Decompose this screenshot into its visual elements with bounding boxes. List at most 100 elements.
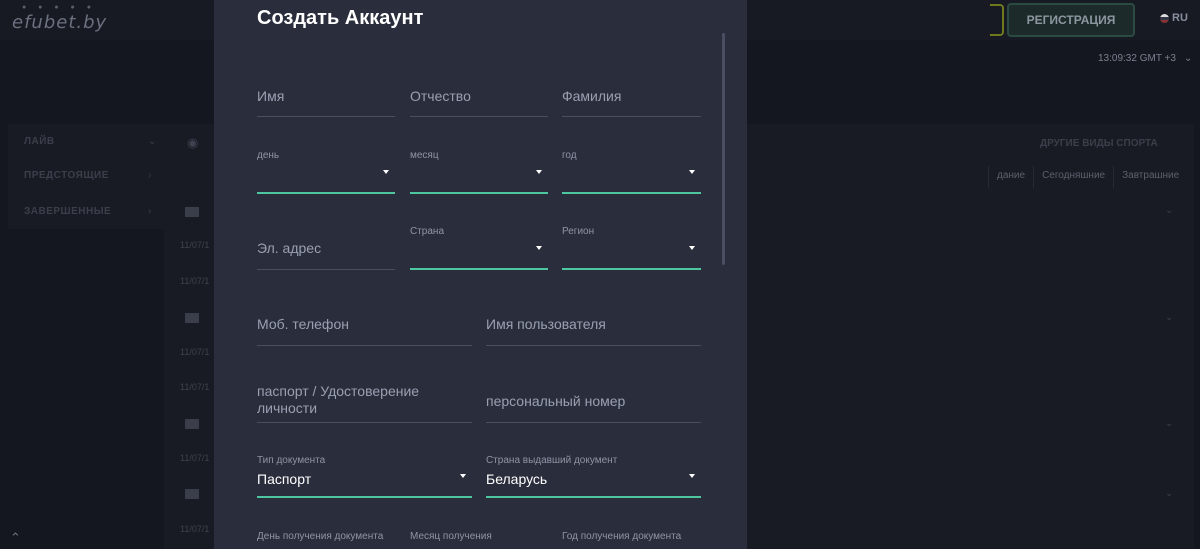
chevron-down-icon[interactable]: ⌄ <box>1165 488 1173 499</box>
event-date: 11/07/1 <box>180 524 210 534</box>
sidebar-item-finished[interactable]: ЗАВЕРШЕННЫЕ <box>24 206 111 217</box>
field-underline <box>562 192 701 194</box>
phone-field[interactable]: Моб. телефон <box>257 308 472 346</box>
double-chevron-up-icon[interactable]: ⌃ <box>10 530 21 546</box>
country-select[interactable]: Страна <box>410 222 548 270</box>
caret-down-icon <box>689 170 695 174</box>
globe-icon: ◉ <box>187 135 199 150</box>
field-underline <box>486 345 701 346</box>
patronymic-placeholder: Отчество <box>410 88 471 104</box>
other-sports-dropdown[interactable]: ДРУГИЕ ВИДЫ СПОРТА <box>1040 138 1158 149</box>
date-tabs: дание Сегодняшние Завтрашние <box>988 166 1187 188</box>
tab-today[interactable]: Сегодняшние <box>1033 166 1113 188</box>
first-name-placeholder: Имя <box>257 88 285 104</box>
sidebar-item-live[interactable]: ЛАЙВ <box>24 136 55 147</box>
caret-down-icon <box>536 170 542 174</box>
field-underline <box>410 268 548 270</box>
clock: 13:09:32 GMT +3 <box>1098 53 1176 64</box>
team-flag-icon <box>185 419 199 429</box>
language-selector[interactable]: RU <box>1160 12 1188 24</box>
field-underline <box>410 116 548 117</box>
registration-modal: Создать Аккаунт Имя Отчество Фамилия ден… <box>214 0 747 549</box>
tab-date[interactable]: дание <box>988 166 1033 188</box>
chevron-down-icon[interactable]: ⌄ <box>1165 205 1173 216</box>
chevron-down-icon: ⌄ <box>148 136 157 147</box>
issue-month-select[interactable]: Месяц получения <box>410 528 548 549</box>
field-underline <box>257 116 395 117</box>
tab-tomorrow[interactable]: Завтрашние <box>1113 166 1187 188</box>
caret-down-icon <box>689 474 695 478</box>
caret-down-icon <box>460 474 466 478</box>
issue-year-select[interactable]: Год получения документа <box>562 528 701 549</box>
issuing-country-select[interactable]: Страна выдавший документ Беларусь <box>486 452 701 498</box>
issuing-country-label: Страна выдавший документ <box>486 455 618 466</box>
region-label: Регион <box>562 226 595 237</box>
birth-year-label: год <box>562 150 577 161</box>
chevron-right-icon: › <box>148 170 152 181</box>
event-date: 11/07/1 <box>180 453 210 463</box>
field-underline <box>410 192 548 194</box>
username-field[interactable]: Имя пользователя <box>486 308 701 346</box>
passport-field[interactable]: паспорт / Удостоверение личности <box>257 376 472 423</box>
birth-day-label: день <box>257 150 280 161</box>
birth-month-select[interactable]: месяц <box>410 146 548 194</box>
first-name-field[interactable]: Имя <box>257 80 395 117</box>
login-button[interactable] <box>990 4 1004 36</box>
event-date: 11/07/1 <box>180 347 210 357</box>
field-underline <box>257 345 472 346</box>
issuing-country-value: Беларусь <box>486 471 548 487</box>
field-underline <box>562 116 701 117</box>
passport-placeholder: паспорт / Удостоверение личности <box>257 383 420 416</box>
chevron-right-icon: › <box>148 206 152 217</box>
chevron-down-icon[interactable]: ⌄ <box>1184 53 1192 64</box>
chevron-down-icon[interactable]: ⌄ <box>1165 312 1173 323</box>
field-underline <box>486 496 701 498</box>
caret-down-icon <box>383 170 389 174</box>
site-logo[interactable]: efubet.by <box>12 12 107 33</box>
caret-down-icon <box>536 246 542 250</box>
email-placeholder: Эл. адрес <box>257 240 322 256</box>
document-type-label: Тип документа <box>257 455 326 466</box>
sidebar-item-upcoming[interactable]: ПРЕДСТОЯЩИЕ <box>24 170 109 181</box>
event-date: 11/07/1 <box>180 276 210 286</box>
issue-month-label: Месяц получения <box>410 531 492 542</box>
team-flag-icon <box>185 489 199 499</box>
last-name-placeholder: Фамилия <box>562 88 622 104</box>
language-label: RU <box>1172 12 1188 24</box>
event-date: 11/07/1 <box>180 382 210 392</box>
issue-year-label: Год получения документа <box>562 531 682 542</box>
sidebar: ЛАЙВ ⌄ ПРЕДСТОЯЩИЕ › ЗАВЕРШЕННЫЕ › <box>8 124 164 229</box>
document-type-select[interactable]: Тип документа Паспорт <box>257 452 472 498</box>
register-button[interactable]: РЕГИСТРАЦИЯ <box>1007 3 1135 37</box>
field-underline <box>486 422 701 423</box>
last-name-field[interactable]: Фамилия <box>562 80 701 117</box>
field-underline <box>562 268 701 270</box>
personal-number-field[interactable]: персональный номер <box>486 384 701 423</box>
phone-placeholder: Моб. телефон <box>257 316 349 332</box>
issue-day-select[interactable]: День получения документа <box>257 528 395 549</box>
event-date: 11/07/1 <box>180 240 210 250</box>
caret-down-icon <box>689 246 695 250</box>
birth-day-select[interactable]: день <box>257 146 395 194</box>
team-flag-icon <box>185 207 199 217</box>
field-underline <box>257 192 395 194</box>
username-placeholder: Имя пользователя <box>486 316 606 332</box>
personal-number-placeholder: персональный номер <box>486 393 626 409</box>
field-underline <box>257 422 472 423</box>
field-underline <box>257 269 395 270</box>
modal-scrollbar[interactable] <box>722 33 725 265</box>
region-select[interactable]: Регион <box>562 222 701 270</box>
logo-dots: ● ● ● ● ● <box>22 4 96 11</box>
email-field[interactable]: Эл. адрес <box>257 230 395 270</box>
birth-year-select[interactable]: год <box>562 146 701 194</box>
modal-title: Создать Аккаунт <box>257 7 424 29</box>
issue-day-label: День получения документа <box>257 531 384 542</box>
flag-ru-icon <box>1160 13 1169 23</box>
country-label: Страна <box>410 226 445 237</box>
team-flag-icon <box>185 313 199 323</box>
document-type-value: Паспорт <box>257 471 312 487</box>
birth-month-label: месяц <box>410 150 439 161</box>
chevron-down-icon[interactable]: ⌄ <box>1165 418 1173 429</box>
patronymic-field[interactable]: Отчество <box>410 80 548 117</box>
field-underline <box>257 496 472 498</box>
